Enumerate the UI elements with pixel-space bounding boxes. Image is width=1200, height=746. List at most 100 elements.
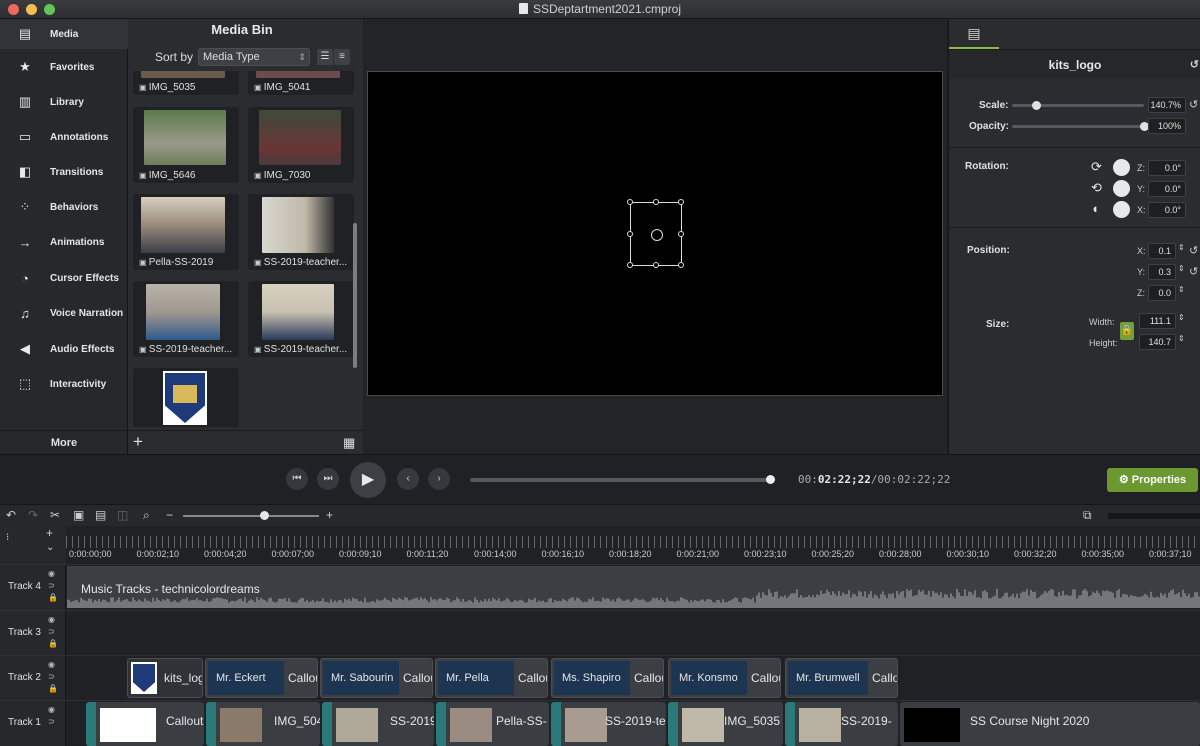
track-visibility-icon[interactable]: ◉ ⊃ 🔒 — [48, 659, 58, 695]
resize-handle[interactable] — [678, 262, 684, 268]
callout-clip[interactable]: Mr. Konsmo Callou — [668, 658, 781, 698]
step-forward-icon[interactable]: ⏭ — [317, 468, 339, 490]
video-clip[interactable]: SS-2019 — [322, 702, 434, 746]
collapse-icon[interactable]: ⌄ — [46, 542, 54, 553]
stepper-icon[interactable]: ⇕ — [1178, 264, 1185, 273]
video-clip[interactable]: Callout — [86, 702, 204, 746]
rotation-x-field[interactable]: 0.0° — [1148, 202, 1186, 218]
media-tile[interactable]: IMG_7030 — [248, 107, 354, 183]
media-tile[interactable]: IMG_5035 — [133, 71, 239, 95]
step-back-icon[interactable]: ⏮ — [286, 468, 308, 490]
opacity-slider[interactable] — [1012, 125, 1144, 128]
audio-clip[interactable]: Music Tracks - technicolordreams — [67, 566, 1200, 608]
rotation-handle[interactable] — [651, 229, 663, 241]
list-view-button[interactable]: ☰ — [317, 49, 333, 65]
visual-properties-tab[interactable]: ▤ — [949, 19, 999, 49]
rotation-y-field[interactable]: 0.0° — [1148, 181, 1186, 197]
opacity-field[interactable]: 100% — [1148, 118, 1186, 134]
video-clip[interactable]: IMG_5035 — [668, 702, 783, 746]
callout-clip[interactable]: Mr. Sabourin Callou — [320, 658, 433, 698]
resize-handle[interactable] — [627, 231, 633, 237]
paste-icon[interactable]: ▤ — [95, 508, 106, 522]
sidebar-item-media[interactable]: ▤ Media — [0, 19, 128, 49]
resize-handle[interactable] — [653, 262, 659, 268]
media-tile[interactable]: SS-2019-teacher... — [248, 281, 354, 357]
media-tile[interactable]: SS-2019-teacher... — [248, 194, 354, 270]
zoom-in-icon[interactable]: + — [326, 508, 333, 522]
reset-icon[interactable]: ↺ — [1189, 244, 1198, 257]
sidebar-item-interactivity[interactable]: ⬚ Interactivity — [0, 369, 128, 399]
media-tile[interactable]: SS-2019-teacher... — [133, 281, 239, 357]
resize-handle[interactable] — [678, 231, 684, 237]
resize-handle[interactable] — [627, 262, 633, 268]
play-button[interactable]: ▶ — [350, 462, 386, 498]
stepper-icon[interactable]: ⇕ — [1178, 285, 1185, 294]
redo-icon[interactable]: ↷ — [28, 508, 38, 522]
more-button[interactable]: More — [0, 430, 128, 454]
sidebar-item-library[interactable]: ▥ Library — [0, 87, 128, 117]
stepper-icon[interactable]: ⇕ — [1178, 313, 1185, 322]
preview-canvas[interactable] — [367, 71, 943, 396]
undo-icon[interactable]: ↶ — [6, 508, 16, 522]
sidebar-item-cursor-effects[interactable]: ◔ Cursor Effects — [0, 263, 128, 293]
stepper-icon[interactable]: ⇕ — [1178, 243, 1185, 252]
detach-timeline-icon[interactable]: ⧉ — [1083, 508, 1092, 523]
sidebar-item-annotations[interactable]: ▭ Annotations — [0, 122, 128, 152]
split-icon[interactable]: ◫ — [117, 508, 128, 522]
sidebar-item-favorites[interactable]: ★ Favorites — [0, 52, 128, 82]
timeline-ruler[interactable]: + ⌄ ⁝ 0:00:00;00 0:00:02;10 0:00:04;20 0:00… — [0, 526, 1200, 564]
sidebar-item-animations[interactable]: → Animations — [0, 227, 128, 257]
media-bin-scrollbar[interactable] — [353, 223, 357, 368]
video-clip[interactable]: SS-2019- — [785, 702, 898, 746]
callout-clip[interactable]: Mr. Eckert Callou — [205, 658, 318, 698]
track-visibility-icon[interactable]: ◉ ⊃ 🔒 — [48, 568, 58, 604]
aspect-lock-icon[interactable]: 🔒 — [1120, 322, 1134, 340]
kits-logo-clip[interactable]: kits_log — [127, 658, 203, 698]
previous-marker-icon[interactable]: ‹ — [397, 468, 419, 490]
scale-slider-knob[interactable] — [1031, 101, 1041, 110]
position-z-field[interactable]: 0.0 — [1148, 285, 1176, 301]
next-marker-icon[interactable]: › — [428, 468, 450, 490]
callout-clip[interactable]: Ms. Shapiro Callou — [551, 658, 664, 698]
video-clip[interactable]: Pella-SS- — [436, 702, 549, 746]
track-visibility-icon[interactable]: ◉ ⊃ 🔒 — [48, 614, 58, 650]
scrub-bar[interactable] — [470, 475, 775, 484]
zoom-slider[interactable] — [183, 515, 319, 517]
reset-icon[interactable]: ↺ — [1189, 98, 1198, 111]
media-tile[interactable]: IMG_5646 — [133, 107, 239, 183]
window-close-button[interactable] — [8, 4, 19, 15]
callout-clip[interactable]: Mr. Brumwell Callo — [785, 658, 898, 698]
scrub-playhead[interactable] — [766, 475, 775, 484]
resize-handle[interactable] — [678, 199, 684, 205]
sort-by-select[interactable]: Media Type — [198, 48, 310, 66]
window-maximize-button[interactable] — [44, 4, 55, 15]
width-field[interactable]: 111.1 — [1139, 313, 1176, 329]
scale-field[interactable]: 140.7% — [1148, 97, 1186, 113]
rotation-y-dial[interactable] — [1113, 180, 1130, 197]
height-field[interactable]: 140.7 — [1139, 334, 1176, 350]
media-tile[interactable]: Pella-SS-2019 — [133, 194, 239, 270]
properties-button[interactable]: ⚙ Properties — [1107, 468, 1198, 492]
zoom-out-icon[interactable]: − — [166, 508, 173, 522]
sidebar-item-voice-narration[interactable]: ♫ Voice Narration — [0, 298, 128, 328]
grid-view-icon[interactable]: ▦ — [343, 435, 358, 450]
video-clip[interactable]: IMG_504 — [206, 702, 320, 746]
position-x-field[interactable]: 0.1 — [1148, 243, 1176, 259]
reset-icon[interactable]: ↺ — [1189, 265, 1198, 278]
resize-handle[interactable] — [653, 199, 659, 205]
media-tile[interactable] — [133, 368, 239, 427]
cut-icon[interactable]: ✂ — [50, 508, 60, 522]
add-track-icon[interactable]: + — [46, 526, 53, 540]
zoom-slider-knob[interactable] — [260, 511, 269, 520]
track-height-icon[interactable]: ⁝ — [6, 532, 9, 543]
track-visibility-icon[interactable]: ◉ ⊃ — [48, 704, 58, 728]
sidebar-item-transitions[interactable]: ◧ Transitions — [0, 157, 128, 187]
position-y-field[interactable]: 0.3 — [1148, 264, 1176, 280]
rotation-z-field[interactable]: 0.0° — [1148, 160, 1186, 176]
copy-icon[interactable]: ▣ — [73, 508, 84, 522]
detail-view-button[interactable]: ≡ — [334, 49, 350, 65]
reset-icon[interactable]: ↺ — [1190, 50, 1199, 80]
resize-handle[interactable] — [627, 199, 633, 205]
stepper-icon[interactable]: ⇕ — [1178, 334, 1185, 343]
add-media-icon[interactable]: + — [133, 432, 143, 452]
